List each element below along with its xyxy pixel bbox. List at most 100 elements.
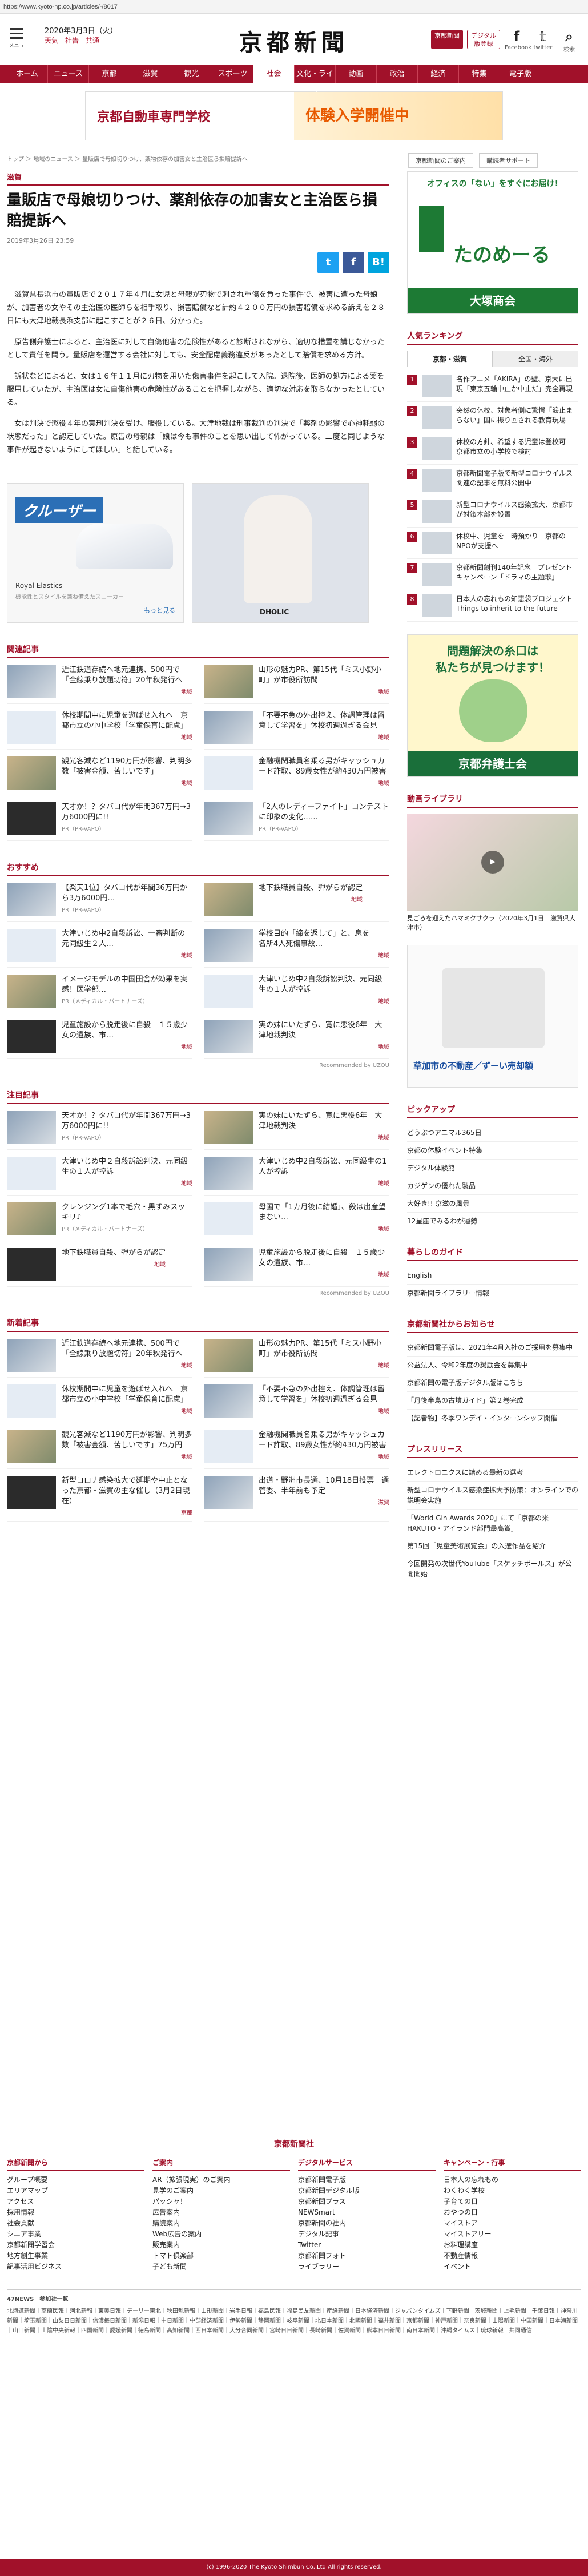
footer-link[interactable]: お料理講座 bbox=[444, 2240, 581, 2251]
nav-item[interactable]: 観光 bbox=[171, 65, 212, 83]
article-card[interactable]: 金融機関職員名乗る男がキャッシュカード詐取、89歳女性が約430万円被害 地域 bbox=[204, 756, 389, 795]
footer-link[interactable]: 社会貢献 bbox=[7, 2218, 144, 2229]
facebook-share-icon[interactable]: f bbox=[343, 252, 364, 273]
nav-item[interactable]: ホーム bbox=[7, 65, 48, 83]
ranking-item[interactable]: 3 休校の方針、希望する児童は登校可 京都市立の小学校で検討 bbox=[407, 433, 578, 465]
release-item[interactable]: 新型コロナウイルス感染症拡大予防策：オンラインでの説明会実施 bbox=[407, 1482, 578, 1510]
ad-sneaker[interactable]: クルーザー Royal Elastics 機能性とスタイルを兼ね備えたスニーカー… bbox=[7, 483, 184, 623]
ranking-item[interactable]: 5 新型コロナウイルス感染拡大、京都市が対策本部を設置 bbox=[407, 496, 578, 528]
nav-item[interactable]: 経済 bbox=[418, 65, 459, 83]
article-card[interactable]: 大津いじめ中2自殺訴訟判決、元同級生の１人が控訴 地域 bbox=[204, 975, 389, 1013]
sidebar-ad-realestate[interactable]: 草加市の不動産／ずーい売却額 bbox=[407, 945, 578, 1088]
footer-link[interactable]: Twitter bbox=[298, 2240, 436, 2251]
nav-item[interactable]: 社会 bbox=[253, 65, 295, 83]
article-card[interactable]: 「2人のレディーファイト」コンテストに印象の変化…… PR（PR-VAPO） bbox=[204, 802, 389, 841]
nav-item[interactable]: 電子版 bbox=[500, 65, 541, 83]
press-item[interactable]: 京都新聞の電子版デジタル版はこちら bbox=[407, 1374, 578, 1392]
nav-item[interactable]: 動画 bbox=[336, 65, 377, 83]
article-card[interactable]: イメージモデルの中国田舎が効果を実感！医学部… PR（メディカル・パートナーズ） bbox=[7, 975, 192, 1013]
article-card[interactable]: 天才か！？タバコ代が年間367万円→3万6000円に!! PR（PR-VAPO） bbox=[7, 1111, 192, 1150]
footer-link[interactable]: おやつの日 bbox=[444, 2207, 581, 2218]
support-link[interactable]: 購読者サポート bbox=[479, 153, 538, 168]
article-card[interactable]: 休校期間中に児童を遊ばせ入れへ 京都市立の小中学校「学童保育に配慮」 地域 bbox=[7, 711, 192, 750]
site-logo[interactable]: 京都新聞 bbox=[206, 24, 382, 57]
footer-link[interactable]: 日本人の忘れもの bbox=[444, 2175, 581, 2185]
article-card[interactable]: 児童施設から脱走後に自殺 １５歳少女の遺族、市… 地域 bbox=[204, 1248, 389, 1287]
digital-register-button[interactable]: デジタル版登録 bbox=[467, 30, 500, 49]
top-ad-banner[interactable]: 京都自動車専門学校 体験入学開催中 bbox=[85, 91, 503, 140]
footer-link[interactable]: NEWSmart bbox=[298, 2207, 436, 2218]
press-item[interactable]: 【記者物】冬季ワンデイ・インターンシップ開催 bbox=[407, 1410, 578, 1427]
article-card[interactable]: 学校目的「締を返して」と、息を 名所4人死傷事故… 地域 bbox=[204, 929, 389, 968]
twitter-link[interactable]: 𝕥 twitter bbox=[531, 29, 555, 51]
footer-link[interactable]: グループ概要 bbox=[7, 2175, 144, 2185]
ranking-item[interactable]: 7 京都新聞創刊140年記念 プレゼントキャンペーン「ドラマの主題歌」 bbox=[407, 559, 578, 590]
browser-url-bar[interactable]: https://www.kyoto-np.co.jp/articles/-/80… bbox=[0, 0, 588, 14]
nav-item[interactable]: 特集 bbox=[459, 65, 500, 83]
release-item[interactable]: エレクトロニクスに詰める最新の選考 bbox=[407, 1464, 578, 1482]
search-button[interactable]: ⌕ 検索 bbox=[557, 29, 581, 53]
article-card[interactable]: 観光客減など1190万円が影響、判明多数「被害金額、苦しいです」 地域 bbox=[7, 756, 192, 795]
article-card[interactable]: 「不要不急の外出控え、体調管理は留意して学習を」休校初週過ぎる会見 地域 bbox=[204, 1384, 389, 1423]
footer-link[interactable]: 京都新聞プラス bbox=[298, 2196, 436, 2207]
press-item[interactable]: 公益法人、令和2年度の奨励金を募集中 bbox=[407, 1357, 578, 1374]
life-item[interactable]: English bbox=[407, 1267, 578, 1285]
footer-link[interactable]: 京都新聞学習会 bbox=[7, 2240, 144, 2251]
article-card[interactable]: 休校期間中に児童を遊ばせ入れへ 京都市立の小中学校「学童保育に配慮」 地域 bbox=[7, 1384, 192, 1423]
release-item[interactable]: 「World Gin Awards 2020」にて「京都の米 HAKUTO・アイ… bbox=[407, 1510, 578, 1537]
pickup-item[interactable]: どうぶつアニマル365日 bbox=[407, 1124, 578, 1142]
article-card[interactable]: 山形の魅力PR、第15代「ミス小野小町」が市役所訪問 地域 bbox=[204, 665, 389, 704]
nav-item[interactable]: ニュース bbox=[48, 65, 89, 83]
footer-link[interactable]: 地方創生事業 bbox=[7, 2251, 144, 2261]
footer-link[interactable]: アクセス bbox=[7, 2196, 144, 2207]
article-card[interactable]: クレンジング1本で毛穴・黒ずみスッキリ♪ PR（メディカル・パートナーズ） bbox=[7, 1202, 192, 1241]
footer-link[interactable]: デジタル記事 bbox=[298, 2229, 436, 2240]
life-item[interactable]: 京都新聞ライブラリー情報 bbox=[407, 1285, 578, 1302]
article-card[interactable]: 地下鉄職員自殺、弾がらが認定 地域 bbox=[7, 1248, 192, 1287]
article-card[interactable]: 母国で「1カ月後に結婚」、殺は出産望まない… 地域 bbox=[204, 1202, 389, 1241]
pickup-item[interactable]: 12星座でみるわが運勢 bbox=[407, 1213, 578, 1230]
article-card[interactable]: 山形の魅力PR、第15代「ミス小野小町」が市役所訪問 地域 bbox=[204, 1339, 389, 1378]
footer-link[interactable]: マイストア bbox=[444, 2218, 581, 2229]
pickup-item[interactable]: カジゲンの優れた製品 bbox=[407, 1177, 578, 1195]
footer-link[interactable]: AR（拡張現実）のご案内 bbox=[152, 2175, 290, 2185]
sidebar-ad-tanomail[interactable]: オフィスの「ない」をすぐにお届け! たのめーる 大塚商会 bbox=[407, 171, 578, 314]
article-card[interactable]: 大津いじめ中２自殺訴訟判決、元同級生の１人が控訴 地域 bbox=[7, 1157, 192, 1196]
footer-link[interactable]: わくわく学校 bbox=[444, 2185, 581, 2196]
nav-item[interactable]: 京都 bbox=[89, 65, 130, 83]
footer-link[interactable]: 購読案内 bbox=[152, 2218, 290, 2229]
hatena-share-icon[interactable]: B! bbox=[368, 252, 389, 273]
tab-ranking-local[interactable]: 京都・滋賀 bbox=[407, 351, 493, 367]
footer-link[interactable]: マイストアリー bbox=[444, 2229, 581, 2240]
twitter-share-icon[interactable]: t bbox=[317, 252, 339, 273]
footer-link[interactable]: エリアマップ bbox=[7, 2185, 144, 2196]
footer-link[interactable]: 採用情報 bbox=[7, 2207, 144, 2218]
ad-sneaker-cta[interactable]: もっと見る bbox=[144, 606, 175, 615]
footer-link[interactable]: イベント bbox=[444, 2261, 581, 2272]
article-card[interactable]: 実の妹にいたずら、寛に悪役6年 大津地裁判決 地域 bbox=[204, 1020, 389, 1059]
footer-link[interactable]: Web広告の案内 bbox=[152, 2229, 290, 2240]
footer-link[interactable]: 子育ての日 bbox=[444, 2196, 581, 2207]
footer-link[interactable]: 記事活用ビジネス bbox=[7, 2261, 144, 2272]
footer-logo[interactable]: 京都新聞社 bbox=[0, 2138, 588, 2150]
footer-link[interactable]: パッシャ！ bbox=[152, 2196, 290, 2207]
weather-links[interactable]: 天気 社告 共通 bbox=[45, 36, 118, 46]
ranking-item[interactable]: 1 名作アニメ「AKIRA」の壁、京大に出現「東京五輪中止か中止だ」完全再現 bbox=[407, 371, 578, 402]
partner-links-list[interactable]: 北海道新聞｜室蘭民報｜河北新報｜東奥日報｜デーリー東北｜秋田魁新報｜山形新聞｜岩… bbox=[7, 2307, 581, 2336]
pickup-item[interactable]: デジタル体験館 bbox=[407, 1160, 578, 1177]
facebook-link[interactable]: f Facebook bbox=[505, 29, 531, 51]
article-card[interactable]: 「不要不急の外出控え、体調管理は留意して学習を」休校初週過ぎる会見 地域 bbox=[204, 711, 389, 750]
footer-link[interactable]: 京都新聞フォト bbox=[298, 2251, 436, 2261]
article-card[interactable]: 近江鉄道存続へ地元連携、500円で「全線乗り放題切符」20年秋発行へ 地域 bbox=[7, 1339, 192, 1378]
video-thumbnail[interactable]: ▶ bbox=[407, 814, 578, 911]
pickup-item[interactable]: 大好き!! 京滋の風景 bbox=[407, 1195, 578, 1213]
kyoto-news-button[interactable]: 京都新聞 bbox=[431, 30, 463, 49]
footer-link[interactable]: 京都新聞の社内 bbox=[298, 2218, 436, 2229]
article-card[interactable]: 金融機関職員名乗る男がキャッシュカード詐取、89歳女性が約430万円被害 地域 bbox=[204, 1430, 389, 1469]
sidebar-ad-bengoshi[interactable]: 問題解決の糸口は 私たちが見つけます！ 京都弁護士会 bbox=[407, 634, 578, 777]
article-card[interactable]: 出道・野洲市長選、10月18日投票 選管委、半年前も予定 滋賀 bbox=[204, 1476, 389, 1522]
ranking-item[interactable]: 8 日本人の忘れもの知恵袋プロジェクト Things to inherit to … bbox=[407, 590, 579, 622]
article-card[interactable]: 児童施設から脱走後に自殺 １５歳少女の遺族、市… 地域 bbox=[7, 1020, 192, 1059]
footer-link[interactable]: 販売案内 bbox=[152, 2240, 290, 2251]
press-item[interactable]: 京都新聞電子版は、2021年4月入社のご採用を募集中 bbox=[407, 1339, 578, 1357]
